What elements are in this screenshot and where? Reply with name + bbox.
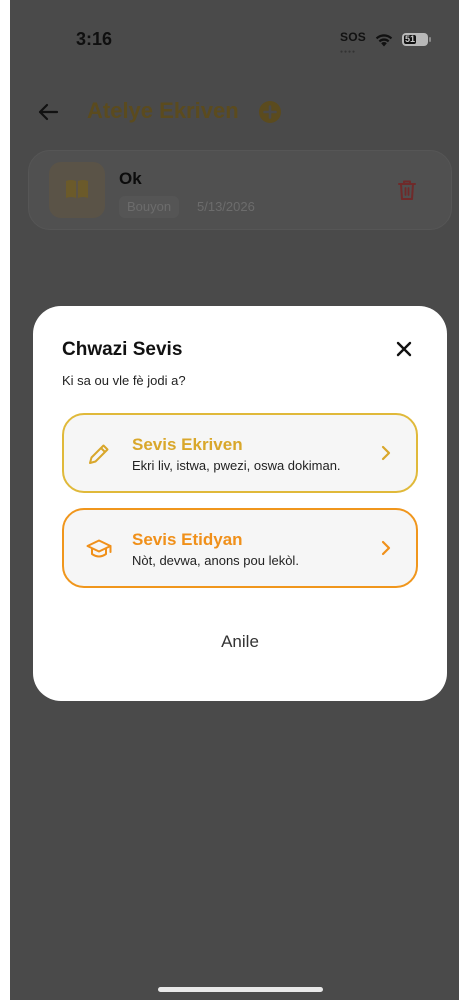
wifi-icon xyxy=(375,33,393,46)
pencil-icon xyxy=(89,444,109,464)
status-time: 3:16 xyxy=(76,29,113,49)
chevron-right-icon xyxy=(381,540,391,556)
sos-label: SOS xyxy=(340,30,366,44)
home-indicator[interactable] xyxy=(158,987,323,992)
close-icon[interactable] xyxy=(395,340,413,358)
modal-title: Chwazi Sevis xyxy=(62,339,183,360)
book-icon xyxy=(66,180,88,198)
add-circle-icon[interactable] xyxy=(259,101,281,123)
writer-service-option[interactable]: Sevis Ekriven Ekri liv, istwa, pwezi, os… xyxy=(62,413,418,493)
app-screen: 3:16 SOS ●●●● 51 Atelye Ekriven Ok Bouyo… xyxy=(10,0,459,1000)
trash-icon[interactable] xyxy=(397,179,417,201)
sos-indicator: SOS ●●●● xyxy=(340,30,366,55)
document-type-badge: Bouyon xyxy=(119,196,180,218)
document-title: Ok xyxy=(119,169,142,188)
document-thumbnail xyxy=(49,162,105,218)
service-picker-modal: Chwazi Sevis Ki sa ou vle fè jodi a? Sev… xyxy=(33,306,447,701)
battery-level: 51 xyxy=(403,33,416,44)
chevron-right-icon xyxy=(381,445,391,461)
cancel-button[interactable]: Anile xyxy=(190,624,290,660)
graduation-cap-icon xyxy=(86,539,112,558)
modal-subtitle: Ki sa ou vle fè jodi a? xyxy=(62,373,186,388)
page-title: Atelye Ekriven xyxy=(87,98,239,123)
option-title: Sevis Etidyan xyxy=(132,530,243,549)
document-card[interactable]: Ok Bouyon 5/13/2026 xyxy=(28,150,452,230)
student-service-option[interactable]: Sevis Etidyan Nòt, devwa, anons pou lekò… xyxy=(62,508,418,588)
option-title: Sevis Ekriven xyxy=(132,435,243,454)
option-description: Nòt, devwa, anons pou lekòl. xyxy=(132,553,299,568)
battery-icon: 51 xyxy=(401,32,431,46)
document-date: 5/13/2026 xyxy=(197,199,255,214)
cellular-dots-icon: ●●●● xyxy=(340,49,357,55)
status-indicators: SOS ●●●● 51 xyxy=(340,28,431,55)
back-arrow-icon[interactable] xyxy=(36,100,60,124)
option-description: Ekri liv, istwa, pwezi, oswa dokiman. xyxy=(132,458,341,473)
